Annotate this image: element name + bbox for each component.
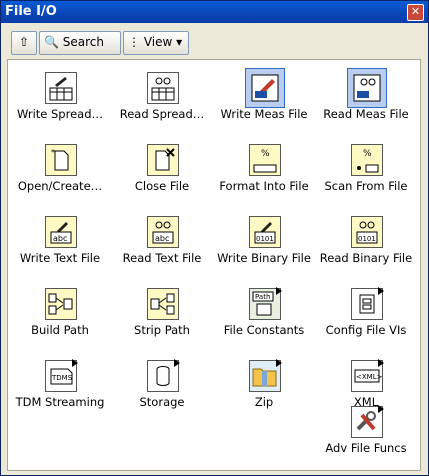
palette-item-write-meas-file[interactable]: Write Meas File [212, 68, 316, 142]
xml-icon: <XML> [351, 359, 384, 392]
scan-from-file-icon: % [351, 144, 383, 176]
write-spreadsheet-icon [45, 72, 77, 104]
item-label: Write Meas File [220, 107, 308, 121]
palette-item-build-path[interactable]: Build Path [8, 288, 112, 358]
svg-text:%: % [261, 149, 270, 159]
palette-item-read-meas-file[interactable]: Read Meas File [314, 68, 418, 142]
svg-text:%: % [363, 149, 372, 159]
item-label: Read Binary File [319, 251, 413, 265]
item-label: Zip [254, 395, 274, 409]
palette-item-strip-path[interactable]: Strip Path [110, 288, 214, 358]
svg-text:TDMS: TDMS [51, 374, 73, 382]
item-label: Write Text File [19, 251, 101, 265]
svg-text:0101: 0101 [256, 235, 274, 243]
item-label: Config File VIs [325, 323, 407, 337]
svg-text:<XML>: <XML> [356, 373, 382, 381]
palette-item-read-spreadsheet[interactable]: Read Spread… [110, 72, 214, 142]
subpalette-arrow-icon [276, 359, 282, 367]
item-label: File Constants [223, 323, 305, 337]
item-label: Scan From File [324, 179, 408, 193]
search-button[interactable]: 🔍 Search [39, 31, 121, 55]
close-button[interactable]: ✕ [407, 4, 424, 21]
write-text-file-icon: abc [45, 216, 77, 248]
build-path-icon [45, 288, 77, 320]
function-palette: Write Spread… Read Spread… Write Meas Fi… [7, 59, 421, 471]
svg-text:0101: 0101 [358, 235, 376, 243]
read-spreadsheet-icon [147, 72, 179, 104]
palette-item-adv-file-funcs[interactable]: Adv File Funcs [314, 405, 418, 476]
up-level-button[interactable]: ⇧ [11, 31, 37, 55]
palette-item-zip[interactable]: Zip [212, 359, 316, 430]
subpalette-arrow-icon [378, 287, 384, 295]
palette-item-scan-from-file[interactable]: % Scan From File [314, 144, 418, 214]
item-label: Open/Create… [17, 179, 103, 193]
item-label: Read Spread… [119, 107, 205, 121]
read-meas-file-icon [347, 68, 387, 108]
palette-item-write-spreadsheet[interactable]: Write Spread… [8, 72, 112, 142]
palette-item-tdm-streaming[interactable]: TDMS TDM Streaming [8, 359, 112, 430]
item-label: Write Spread… [16, 107, 103, 121]
window-title: File I/O [5, 4, 57, 19]
subpalette-arrow-icon [378, 405, 384, 413]
palette-item-write-text-file[interactable]: abc Write Text File [8, 216, 112, 286]
write-binary-file-icon: 0101 [249, 216, 281, 248]
view-button[interactable]: ⋮ View ▾ [123, 31, 189, 55]
tools-icon [351, 405, 384, 438]
palette-item-write-binary-file[interactable]: 0101 Write Binary File [212, 216, 316, 286]
item-label: Adv File Funcs [325, 441, 407, 455]
storage-cylinder-icon [147, 359, 180, 392]
write-meas-file-icon [245, 68, 285, 108]
palette-item-open-create[interactable]: * Open/Create… [8, 144, 112, 214]
read-binary-file-icon: 0101 [351, 216, 383, 248]
strip-path-icon [147, 288, 179, 320]
magnifier-icon: 🔍 [44, 35, 59, 49]
subpalette-arrow-icon [174, 359, 180, 367]
open-file-icon: * [45, 144, 77, 176]
item-label: Build Path [31, 323, 89, 337]
config-file-icon [351, 287, 384, 320]
close-file-icon [147, 144, 179, 176]
palette-item-read-binary-file[interactable]: 0101 Read Binary File [314, 216, 418, 286]
palette-toolbar: ⇧ 🔍 Search ⋮ View ▾ [6, 27, 421, 57]
item-label: Format Into File [219, 179, 309, 193]
item-label: Storage [139, 395, 185, 409]
up-arrow-icon: ⇧ [18, 35, 30, 49]
palette-item-close-file[interactable]: Close File [110, 144, 214, 214]
dropdown-arrow-icon: ▾ [176, 35, 183, 49]
item-label: TDM Streaming [15, 395, 105, 409]
tdms-icon: TDMS [45, 359, 78, 392]
view-icon: ⋮ [128, 35, 140, 49]
subpalette-arrow-icon [72, 359, 78, 367]
item-label: Close File [134, 179, 190, 193]
read-text-file-icon: abc [147, 216, 179, 248]
format-into-file-icon: % [249, 144, 281, 176]
subpalette-arrow-icon [276, 287, 282, 295]
svg-text:abc: abc [53, 234, 67, 243]
palette-item-config-file-vis[interactable]: Config File VIs [314, 287, 418, 358]
item-label: Read Text File [122, 251, 202, 265]
palette-item-format-into-file[interactable]: % Format Into File [212, 144, 316, 214]
svg-text:abc: abc [155, 234, 169, 243]
item-label: Write Binary File [217, 251, 311, 265]
svg-text:*: * [51, 148, 55, 157]
palette-item-storage[interactable]: Storage [110, 359, 214, 430]
palette-item-file-constants[interactable]: Path File Constants [212, 287, 316, 358]
file-io-palette-window: File I/O ✕ ⇧ 🔍 Search ⋮ View ▾ Write Spr… [0, 0, 429, 476]
subpalette-arrow-icon [378, 359, 384, 367]
zip-folder-icon [249, 359, 282, 392]
view-label: View [143, 35, 173, 49]
search-label: Search [62, 35, 105, 49]
title-bar[interactable]: File I/O ✕ [1, 1, 428, 23]
item-label: Read Meas File [323, 107, 409, 121]
svg-text:Path: Path [255, 293, 270, 301]
file-constants-icon: Path [249, 287, 282, 320]
palette-item-read-text-file[interactable]: abc Read Text File [110, 216, 214, 286]
item-label: Strip Path [134, 323, 190, 337]
